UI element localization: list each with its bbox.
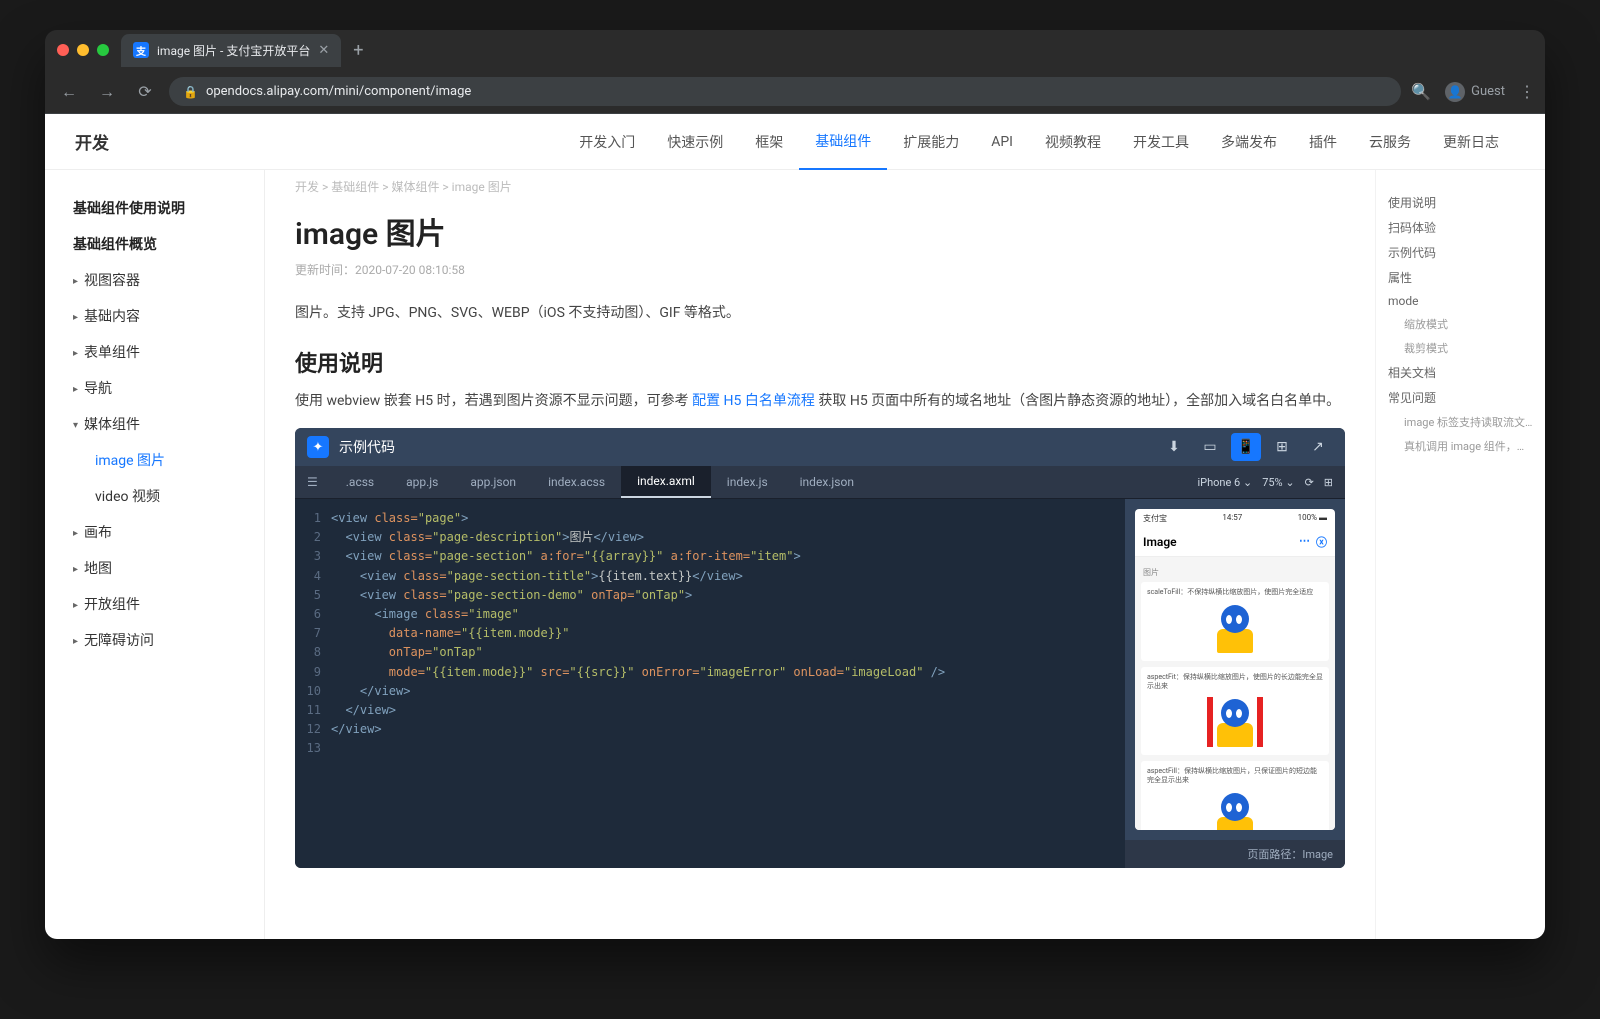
window-maximize[interactable] xyxy=(97,44,109,56)
sidebar-subitem[interactable]: image 图片 xyxy=(69,442,254,478)
more-icon[interactable]: ⋯ xyxy=(1299,534,1310,550)
sidebar-item[interactable]: 基础组件使用说明 xyxy=(69,190,254,226)
window-minimize[interactable] xyxy=(77,44,89,56)
device-selector[interactable]: iPhone 6 ⌄ xyxy=(1197,476,1252,489)
reload-button[interactable]: ⟳ xyxy=(131,82,159,101)
top-nav: 开发 开发入门快速示例框架基础组件扩展能力API视频教程开发工具多端发布插件云服… xyxy=(45,114,1545,170)
topnav-item[interactable]: 更新日志 xyxy=(1427,114,1515,170)
editor-tab[interactable]: index.acss xyxy=(532,467,621,497)
editor-tab[interactable]: index.json xyxy=(784,467,870,497)
device-preview: 支付宝 14:57 100% ▬ Image ⋯ ⓧ xyxy=(1125,499,1345,868)
preview-section-label: 图片 xyxy=(1143,567,1327,578)
toc-item[interactable]: 使用说明 xyxy=(1388,190,1533,215)
toc-item[interactable]: mode xyxy=(1388,290,1533,312)
main-content: 开发 > 基础组件 > 媒体组件 > image 图片 image 图片 更新时… xyxy=(265,170,1375,939)
tab-title: image 图片 - 支付宝开放平台 xyxy=(157,42,310,59)
window-close[interactable] xyxy=(57,44,69,56)
ide-logo-icon: ✦ xyxy=(307,436,329,458)
avatar-icon: 👤 xyxy=(1445,82,1465,102)
tab-favicon: 支 xyxy=(133,42,149,58)
topnav-item[interactable]: 云服务 xyxy=(1353,114,1427,170)
editor-tab[interactable]: app.json xyxy=(454,467,532,497)
zoom-selector[interactable]: 75% ⌄ xyxy=(1262,476,1294,489)
topnav-item[interactable]: 多端发布 xyxy=(1205,114,1293,170)
browser-tab[interactable]: 支 image 图片 - 支付宝开放平台 ✕ xyxy=(121,34,341,67)
page-title: image 图片 xyxy=(295,209,1345,253)
preview-card: aspectFill：保持纵横比缩放图片，只保证图片的短边能完全显示出来 xyxy=(1141,761,1329,830)
phone-icon[interactable]: ▭ xyxy=(1195,433,1225,461)
url-field[interactable]: 🔒 opendocs.alipay.com/mini/component/ima… xyxy=(169,77,1401,106)
code-editor: ✦ 示例代码 ⬇ ▭ 📱 ⊞ ↗ ☰ .acssapp. xyxy=(295,428,1345,868)
breadcrumb: 开发 > 基础组件 > 媒体组件 > image 图片 xyxy=(295,170,1345,203)
editor-tab[interactable]: index.js xyxy=(711,467,784,497)
close-icon[interactable]: ✕ xyxy=(318,43,329,58)
share-icon[interactable]: ↗ xyxy=(1303,433,1333,461)
topnav-item[interactable]: 扩展能力 xyxy=(887,114,975,170)
table-of-contents: 使用说明扫码体验示例代码属性mode缩放模式裁剪模式相关文档常见问题image … xyxy=(1375,170,1545,939)
status-bar: 支付宝 14:57 100% ▬ xyxy=(1135,509,1335,528)
brand-label: 开发 xyxy=(75,129,109,154)
section-paragraph: 使用 webview 嵌套 H5 时，若遇到图片资源不显示问题，可参考 配置 H… xyxy=(295,390,1345,410)
topnav-item[interactable]: 视频教程 xyxy=(1029,114,1117,170)
sidebar-item[interactable]: 视图容器 xyxy=(69,262,254,298)
search-icon[interactable]: 🔍 xyxy=(1411,82,1431,101)
topnav-item[interactable]: 开发工具 xyxy=(1117,114,1205,170)
section-heading: 使用说明 xyxy=(295,346,1345,378)
editor-title: 示例代码 xyxy=(339,437,1159,457)
sidebar-item[interactable]: 基础组件概览 xyxy=(69,226,254,262)
editor-tab[interactable]: app.js xyxy=(390,467,454,497)
back-button[interactable]: ← xyxy=(55,82,83,102)
sidebar-item[interactable]: 开放组件 xyxy=(69,586,254,622)
sidebar-subitem[interactable]: video 视频 xyxy=(69,478,254,514)
code-area[interactable]: 1<view class="page">2 <view class="page-… xyxy=(295,499,1125,868)
toc-item[interactable]: 扫码体验 xyxy=(1388,215,1533,240)
new-tab-button[interactable]: + xyxy=(353,40,363,61)
sidebar-item[interactable]: 画布 xyxy=(69,514,254,550)
sidebar-item[interactable]: 导航 xyxy=(69,370,254,406)
topnav-item[interactable]: 开发入门 xyxy=(563,114,651,170)
close-circle-icon[interactable]: ⓧ xyxy=(1316,534,1327,550)
profile-button[interactable]: 👤 Guest xyxy=(1445,82,1505,102)
preview-title: Image xyxy=(1143,535,1177,549)
sidebar-item[interactable]: 媒体组件 xyxy=(69,406,254,442)
device-icon[interactable]: 📱 xyxy=(1231,433,1261,461)
sidebar-item[interactable]: 表单组件 xyxy=(69,334,254,370)
toc-item[interactable]: 属性 xyxy=(1388,265,1533,290)
editor-footer: 页面路径：Image xyxy=(1125,840,1345,868)
toc-item[interactable]: 示例代码 xyxy=(1388,240,1533,265)
url-text: opendocs.alipay.com/mini/component/image xyxy=(206,84,471,99)
whitelist-link[interactable]: 配置 H5 白名单流程 xyxy=(692,393,815,409)
sidebar: 基础组件使用说明基础组件概览视图容器基础内容表单组件导航媒体组件image 图片… xyxy=(45,170,265,939)
sidebar-item[interactable]: 地图 xyxy=(69,550,254,586)
refresh-icon[interactable]: ⟳ xyxy=(1305,476,1314,489)
qr-icon[interactable]: ⊞ xyxy=(1267,433,1297,461)
toc-subitem[interactable]: image 标签支持读取流文… xyxy=(1388,410,1533,434)
grid-icon[interactable]: ⊞ xyxy=(1324,476,1333,489)
topnav-item[interactable]: 框架 xyxy=(739,114,799,170)
topnav-item[interactable]: 快速示例 xyxy=(651,114,739,170)
lock-icon: 🔒 xyxy=(183,85,198,99)
sidebar-item[interactable]: 基础内容 xyxy=(69,298,254,334)
topnav-item[interactable]: 基础组件 xyxy=(799,114,887,170)
download-icon[interactable]: ⬇ xyxy=(1159,433,1189,461)
toc-subitem[interactable]: 真机调用 image 组件，… xyxy=(1388,434,1533,458)
toc-item[interactable]: 常见问题 xyxy=(1388,385,1533,410)
forward-button[interactable]: → xyxy=(93,82,121,102)
toc-subitem[interactable]: 缩放模式 xyxy=(1388,312,1533,336)
toc-item[interactable]: 相关文档 xyxy=(1388,360,1533,385)
toc-subitem[interactable]: 裁剪模式 xyxy=(1388,336,1533,360)
editor-tab[interactable]: index.axml xyxy=(621,466,711,498)
updated-time: 更新时间：2020-07-20 08:10:58 xyxy=(295,261,1345,278)
preview-card: aspectFit：保持纵横比缩放图片，使图片的长边能完全显示出来 xyxy=(1141,667,1329,755)
menu-icon[interactable]: ⋮ xyxy=(1519,82,1535,101)
topnav-item[interactable]: API xyxy=(975,114,1029,170)
sidebar-item[interactable]: 无障碍访问 xyxy=(69,622,254,658)
topnav-item[interactable]: 插件 xyxy=(1293,114,1353,170)
description: 图片。支持 JPG、PNG、SVG、WEBP（iOS 不支持动图）、GIF 等格… xyxy=(295,302,1345,322)
editor-tab[interactable]: .acss xyxy=(330,467,390,497)
hamburger-icon[interactable]: ☰ xyxy=(295,467,330,497)
preview-card: scaleToFill：不保持纵横比缩放图片，使图片完全适应 xyxy=(1141,582,1329,661)
